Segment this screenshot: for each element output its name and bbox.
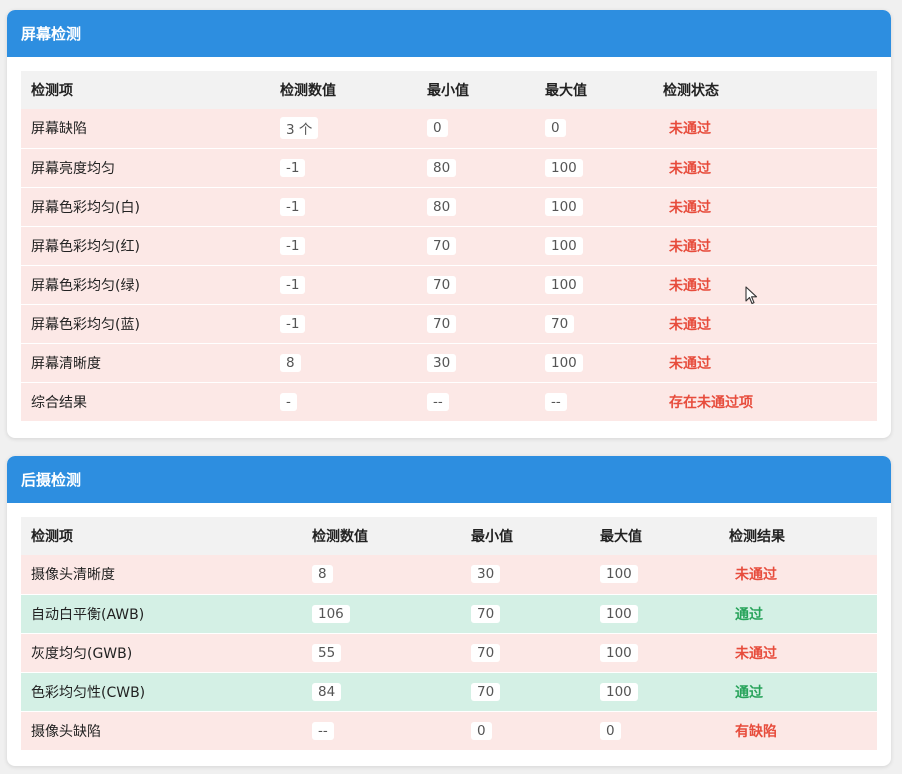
min-value: 70 — [427, 236, 457, 255]
max-value: 100 — [545, 197, 583, 216]
screen-test-title: 屏幕检测 — [7, 10, 891, 57]
max-value: 100 — [545, 158, 583, 177]
rear-camera-test-table: 检测项 检测数值 最小值 最大值 检测结果 摄像头清晰度 8 30 100 未通过 自动白… — [21, 517, 877, 751]
max-value: 100 — [545, 275, 583, 294]
max-value: 100 — [600, 682, 638, 701]
rear-camera-test-body: 摄像头清晰度 8 30 100 未通过 自动白平衡(AWB) 106 70 100 通过 灰度均匀(… — [21, 555, 877, 750]
max-value: 100 — [545, 353, 583, 372]
measured-value: -1 — [280, 236, 306, 255]
status-text: 有缺陷 — [735, 723, 777, 740]
max-value: 100 — [545, 236, 583, 255]
table-row: 摄像头清晰度 8 30 100 未通过 — [21, 555, 877, 594]
item-name: 屏幕色彩均匀(白) — [31, 199, 140, 216]
min-value: 80 — [427, 158, 457, 177]
min-value: 0 — [471, 721, 492, 740]
status-text: 未通过 — [669, 316, 711, 333]
min-value: 70 — [471, 682, 501, 701]
column-header: 检测数值 — [312, 529, 368, 545]
status-text: 通过 — [735, 606, 763, 623]
max-value: 100 — [600, 604, 638, 623]
min-value: 70 — [427, 275, 457, 294]
status-text: 未通过 — [669, 277, 711, 294]
item-name: 屏幕色彩均匀(蓝) — [31, 316, 140, 333]
item-name: 综合结果 — [31, 394, 87, 411]
status-text: 通过 — [735, 684, 763, 701]
item-name: 摄像头缺陷 — [31, 723, 101, 740]
status-text: 未通过 — [669, 160, 711, 177]
status-text: 未通过 — [669, 199, 711, 216]
status-text: 未通过 — [669, 355, 711, 372]
table-row: 摄像头缺陷 -- 0 0 有缺陷 — [21, 711, 877, 750]
table-row: 屏幕色彩均匀(白) -1 80 100 未通过 — [21, 187, 877, 226]
measured-value: - — [280, 392, 297, 411]
measured-value: -- — [312, 721, 334, 740]
min-value: 30 — [427, 353, 457, 372]
table-row: 屏幕缺陷 3 个 0 0 未通过 — [21, 109, 877, 148]
table-header-row: 检测项 检测数值 最小值 最大值 检测状态 — [21, 71, 877, 109]
max-value: 0 — [545, 119, 566, 138]
table-header-row: 检测项 检测数值 最小值 最大值 检测结果 — [21, 517, 877, 555]
measured-value: 106 — [312, 604, 350, 623]
min-value: 30 — [471, 565, 501, 584]
max-value: 100 — [600, 565, 638, 584]
screen-test-body: 屏幕缺陷 3 个 0 0 未通过 屏幕亮度均匀 -1 80 100 未通过 屏幕色彩均匀(白) -1 8… — [21, 109, 877, 421]
item-name: 自动白平衡(AWB) — [31, 606, 145, 623]
min-value: 70 — [471, 604, 501, 623]
column-header: 检测结果 — [729, 529, 785, 545]
screen-test-table: 检测项 检测数值 最小值 最大值 检测状态 屏幕缺陷 3 个 0 0 未通过 屏幕亮度均匀… — [21, 71, 877, 422]
table-row: 屏幕亮度均匀 -1 80 100 未通过 — [21, 148, 877, 187]
rear-camera-test-title: 后摄检测 — [7, 456, 891, 503]
item-name: 屏幕色彩均匀(绿) — [31, 277, 140, 294]
measured-value: -1 — [280, 158, 306, 177]
item-name: 灰度均匀(GWB) — [31, 645, 133, 662]
item-name: 摄像头清晰度 — [31, 567, 115, 584]
column-header: 最小值 — [471, 529, 513, 545]
item-name: 屏幕色彩均匀(红) — [31, 238, 140, 255]
column-header: 最大值 — [600, 529, 642, 545]
measured-value: 3 个 — [280, 117, 319, 140]
max-value: 0 — [600, 721, 621, 740]
measured-value: -1 — [280, 314, 306, 333]
min-value: -- — [427, 392, 449, 411]
column-header: 最大值 — [545, 83, 587, 99]
min-value: 80 — [427, 197, 457, 216]
status-text: 未通过 — [735, 567, 777, 584]
table-row: 自动白平衡(AWB) 106 70 100 通过 — [21, 594, 877, 633]
item-name: 色彩均匀性(CWB) — [31, 684, 146, 701]
max-value: 70 — [545, 314, 575, 333]
status-text: 存在未通过项 — [669, 394, 753, 411]
column-header: 检测状态 — [663, 83, 719, 99]
measured-value: 55 — [312, 643, 342, 662]
rear-camera-test-panel: 后摄检测 检测项 检测数值 最小值 最大值 检测结果 摄像头清晰度 8 30 100 未… — [7, 456, 891, 766]
column-header: 检测项 — [31, 83, 73, 99]
column-header: 检测数值 — [280, 83, 336, 99]
table-row: 屏幕色彩均匀(蓝) -1 70 70 未通过 — [21, 304, 877, 343]
item-name: 屏幕缺陷 — [31, 121, 87, 138]
column-header: 最小值 — [427, 83, 469, 99]
max-value: 100 — [600, 643, 638, 662]
screen-test-panel: 屏幕检测 检测项 检测数值 最小值 最大值 检测状态 屏幕缺陷 3 个 0 0 未通过屏… — [7, 10, 891, 438]
table-row: 屏幕清晰度 8 30 100 未通过 — [21, 343, 877, 382]
table-row: 屏幕色彩均匀(红) -1 70 100 未通过 — [21, 226, 877, 265]
column-header: 检测项 — [31, 529, 73, 545]
status-text: 未通过 — [669, 238, 711, 255]
measured-value: 84 — [312, 682, 342, 701]
measured-value: -1 — [280, 197, 306, 216]
status-text: 未通过 — [735, 645, 777, 662]
min-value: 70 — [427, 314, 457, 333]
status-text: 未通过 — [669, 121, 711, 138]
measured-value: 8 — [312, 565, 333, 584]
measured-value: -1 — [280, 275, 306, 294]
min-value: 70 — [471, 643, 501, 662]
mouse-pointer-icon — [745, 286, 758, 305]
max-value: -- — [545, 392, 567, 411]
table-row: 综合结果 - -- -- 存在未通过项 — [21, 382, 877, 421]
table-row: 色彩均匀性(CWB) 84 70 100 通过 — [21, 672, 877, 711]
item-name: 屏幕清晰度 — [31, 355, 101, 372]
measured-value: 8 — [280, 353, 301, 372]
min-value: 0 — [427, 119, 448, 138]
table-row: 灰度均匀(GWB) 55 70 100 未通过 — [21, 633, 877, 672]
item-name: 屏幕亮度均匀 — [31, 160, 115, 177]
